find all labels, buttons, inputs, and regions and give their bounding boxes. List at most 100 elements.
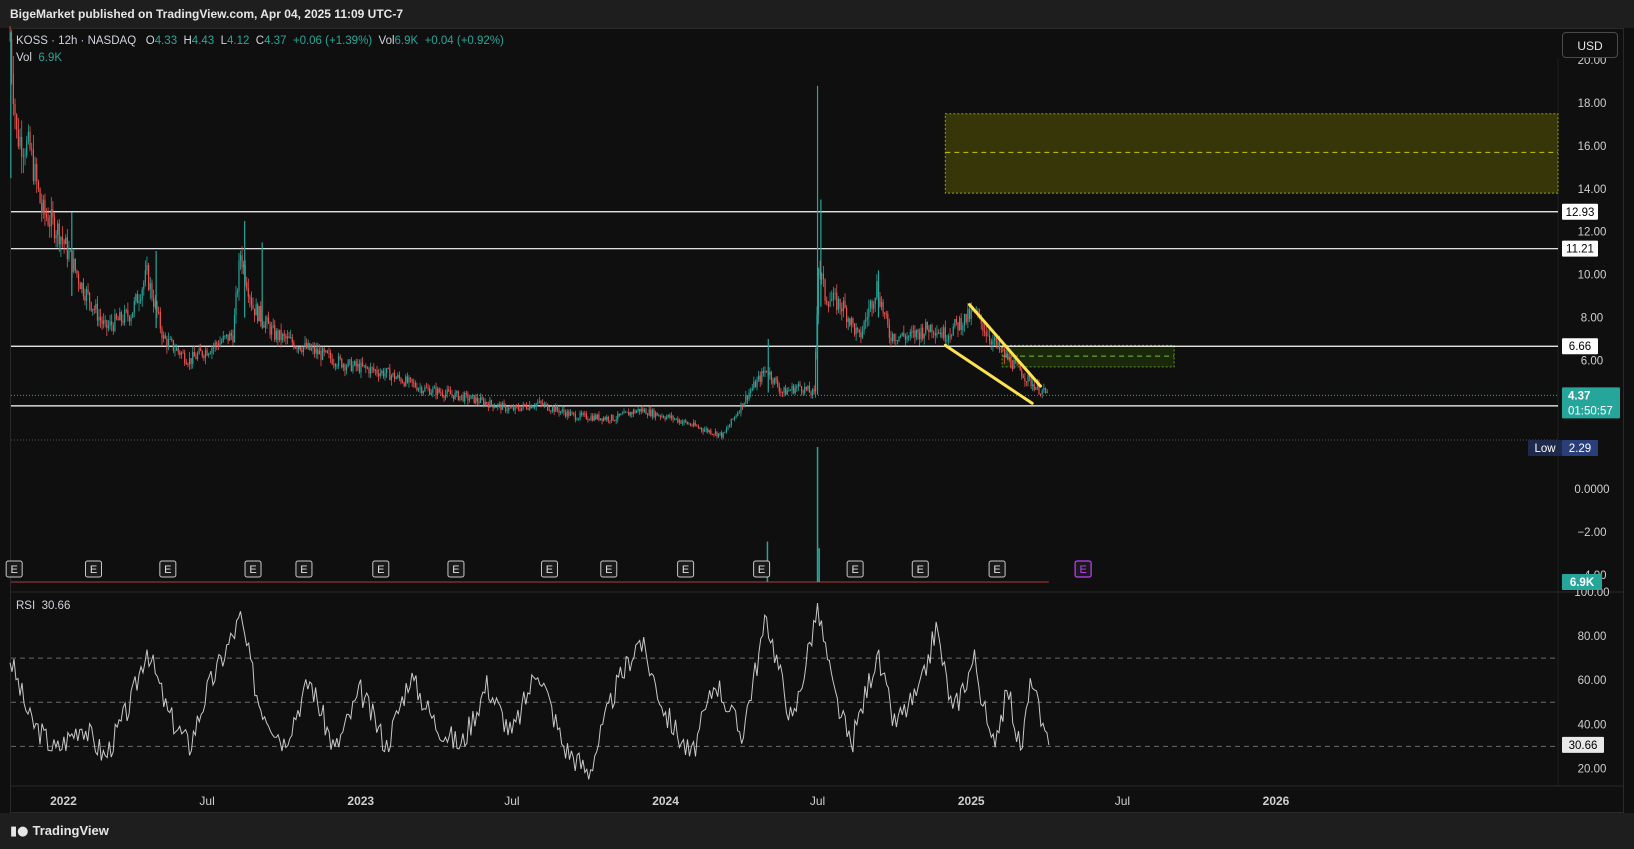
candle-body xyxy=(479,397,482,403)
candle-body xyxy=(947,335,950,341)
candle-body xyxy=(190,358,192,364)
candle-body xyxy=(542,403,544,406)
candle-body xyxy=(683,420,685,423)
candle-body xyxy=(476,397,478,402)
candle-body xyxy=(624,411,627,413)
candle-body xyxy=(713,434,715,435)
candle-body xyxy=(222,336,224,342)
candle-body xyxy=(438,388,440,393)
candle-body xyxy=(849,318,851,326)
candle-body xyxy=(982,323,984,332)
high-value: 4.43 xyxy=(191,35,215,47)
candle-body xyxy=(722,432,724,438)
candle-body xyxy=(363,365,365,367)
candle-body xyxy=(355,361,357,367)
candle-body xyxy=(1007,353,1009,360)
candle-body xyxy=(963,313,966,326)
candle-body xyxy=(394,373,396,380)
candle-body xyxy=(585,413,587,419)
currency-button[interactable]: USD xyxy=(1562,32,1618,58)
candle-body xyxy=(842,300,845,312)
candle-body xyxy=(484,402,486,406)
candle-body xyxy=(689,423,692,426)
candle-body xyxy=(555,405,557,412)
candle-body xyxy=(968,309,971,319)
price-tick-label: −2.00 xyxy=(1577,527,1606,539)
candle-body xyxy=(603,417,605,421)
candle-body xyxy=(951,335,953,337)
candle-body xyxy=(65,237,67,244)
candle-body xyxy=(954,319,956,327)
candle-body xyxy=(84,296,86,301)
candle-body xyxy=(44,199,46,215)
candle-body xyxy=(861,331,864,338)
candle-body xyxy=(808,386,811,393)
candle-body xyxy=(315,348,317,354)
price-chart[interactable]: E E E E E E E E E E E E E E E 20.00 18.00 16.00 14.00 12.00… xyxy=(0,0,1634,849)
candle-body xyxy=(855,327,857,335)
candle-body xyxy=(955,319,958,323)
candle-body xyxy=(487,404,489,408)
candle-body xyxy=(1030,377,1032,386)
candle-body xyxy=(405,376,407,386)
candle-body xyxy=(224,335,226,337)
candle-body xyxy=(128,316,131,322)
candle-body xyxy=(257,304,259,322)
candle-body xyxy=(525,405,528,409)
rsi-tick-label: 60.00 xyxy=(1578,675,1607,687)
candle-body xyxy=(31,148,33,150)
candle-body xyxy=(120,312,122,321)
tradingview-brand[interactable]: ▮● TradingView xyxy=(10,823,109,839)
candle-body xyxy=(879,297,881,307)
vol-series-label[interactable]: Vol xyxy=(16,52,32,64)
candle-body xyxy=(74,258,76,271)
candle-body xyxy=(114,314,116,331)
candle-body xyxy=(903,332,905,337)
candle-body xyxy=(376,370,378,374)
candle-body xyxy=(900,335,902,337)
candle-body xyxy=(615,419,617,421)
candle-body xyxy=(691,425,693,427)
candle-body xyxy=(406,376,408,383)
candle-body xyxy=(588,419,591,421)
candle-body xyxy=(868,307,870,318)
symbol-label[interactable]: KOSS · 12h · NASDAQ xyxy=(16,35,136,47)
candle-body xyxy=(326,350,328,353)
candle-body xyxy=(516,405,518,407)
candle-body xyxy=(360,362,362,373)
candle-body xyxy=(741,403,744,408)
candle-body xyxy=(751,388,753,391)
candle-body xyxy=(852,318,854,324)
candle-body xyxy=(403,382,405,386)
candle-body xyxy=(382,370,385,377)
candle-body xyxy=(421,387,423,394)
candle-body xyxy=(678,420,681,423)
candle-body xyxy=(535,403,537,407)
candle-body xyxy=(448,389,450,392)
candle-body xyxy=(417,388,420,391)
candle-body xyxy=(918,332,921,340)
candle-body xyxy=(737,412,739,416)
candle-body xyxy=(761,371,763,382)
candle-body xyxy=(95,303,97,310)
candle-body xyxy=(468,398,471,401)
candle-body xyxy=(708,430,710,432)
candle-body xyxy=(24,155,26,157)
candle-body xyxy=(212,346,215,349)
candle-body xyxy=(540,401,542,404)
candle-body xyxy=(451,394,453,396)
candle-body xyxy=(17,129,19,147)
candle-body xyxy=(893,333,895,341)
candle-body xyxy=(553,407,555,412)
candle-body xyxy=(717,433,720,437)
rsi-label[interactable]: RSI xyxy=(16,600,35,612)
candle-body xyxy=(255,304,257,316)
candle-body xyxy=(512,407,515,411)
candle-body xyxy=(1005,353,1007,358)
candle-body xyxy=(1021,370,1023,377)
candle-body xyxy=(427,387,429,389)
candle-body xyxy=(467,393,469,401)
candle-body xyxy=(882,301,884,313)
candle-body xyxy=(618,413,620,416)
candle-body xyxy=(269,324,271,335)
